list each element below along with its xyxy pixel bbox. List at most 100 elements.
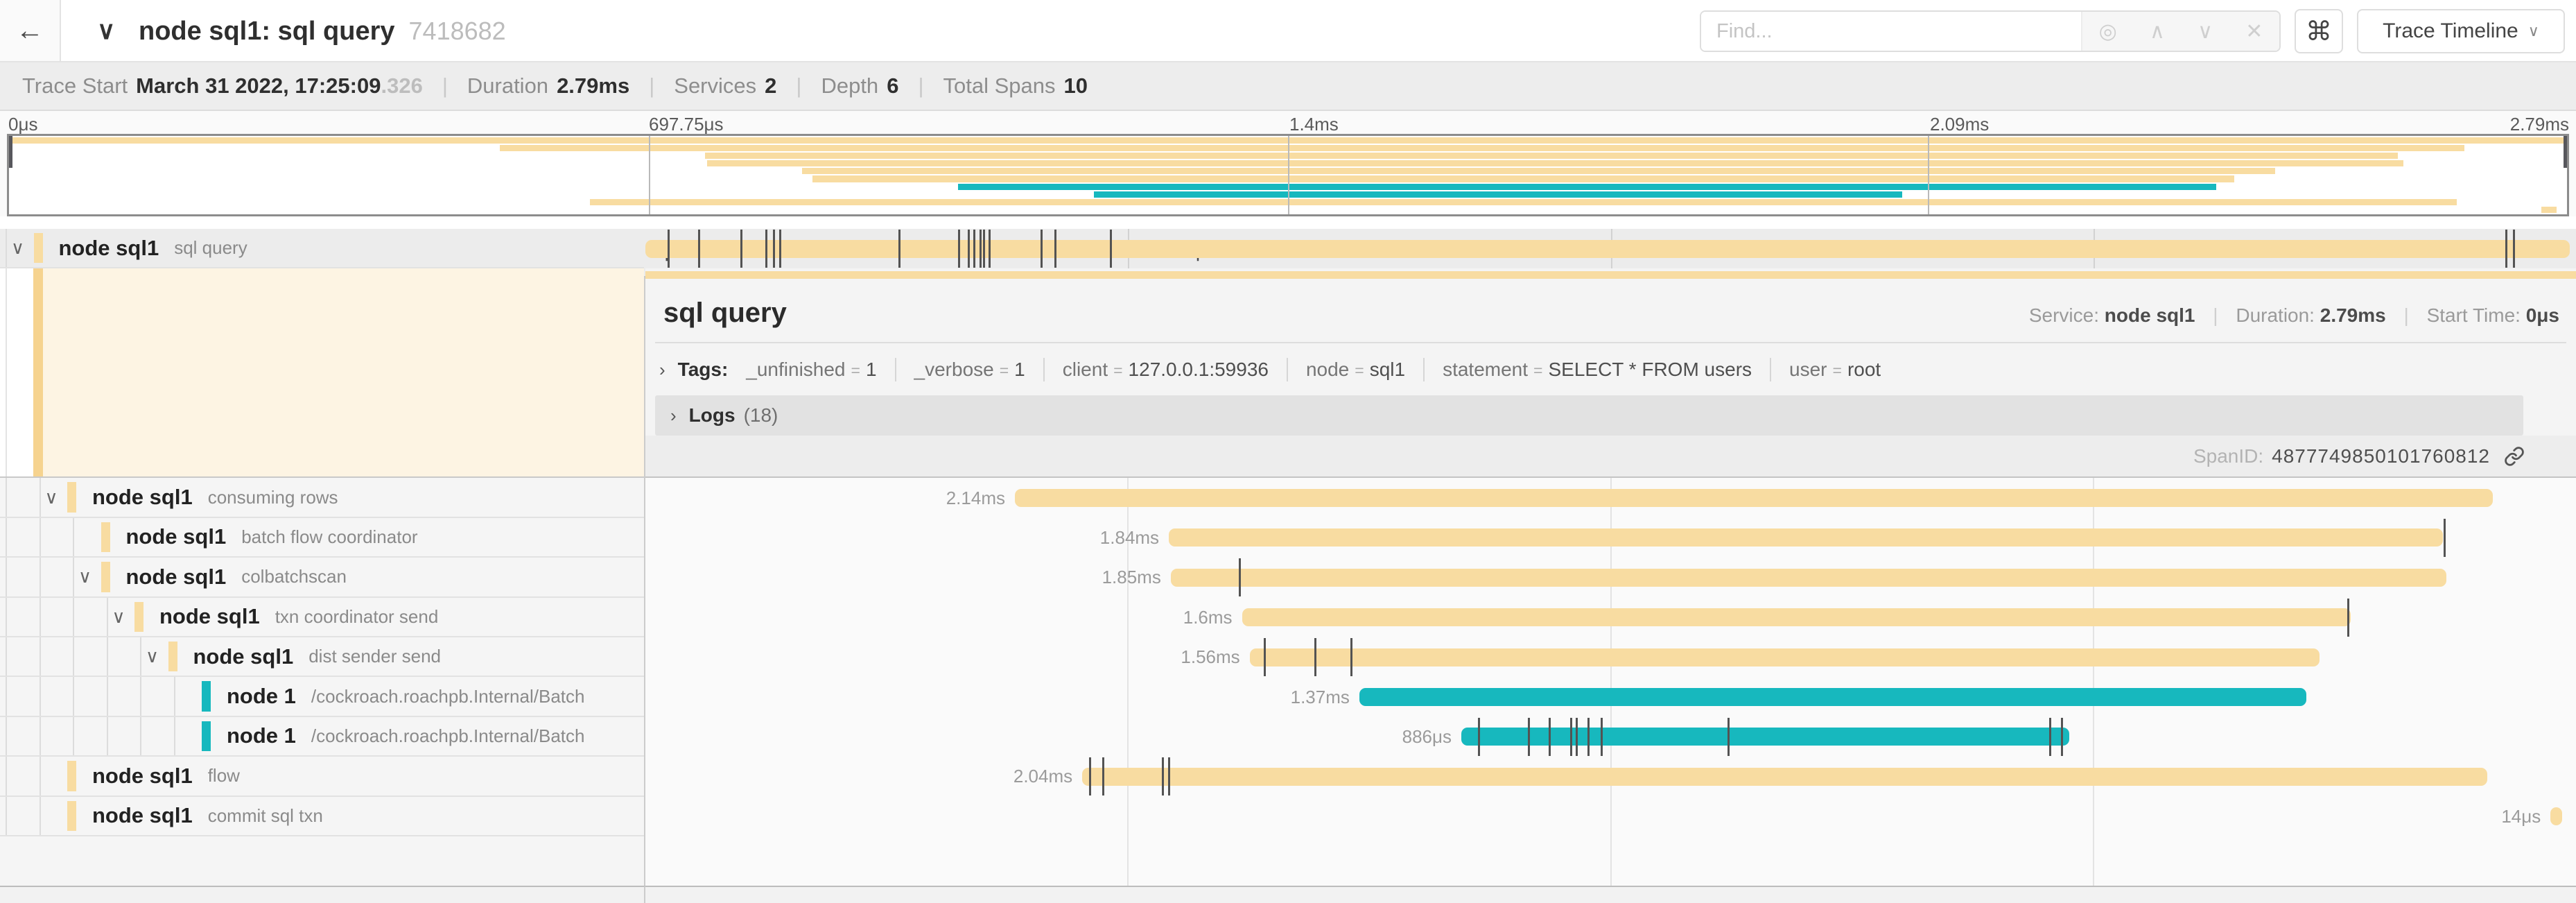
span-log-marker[interactable] bbox=[2513, 230, 2515, 268]
span-log-marker[interactable] bbox=[989, 230, 991, 268]
span-log-marker[interactable] bbox=[1162, 757, 1164, 796]
chevron-down-icon[interactable]: ∨ bbox=[112, 598, 125, 636]
span-bar[interactable] bbox=[1171, 569, 2446, 587]
chevron-down-icon[interactable]: ∨ bbox=[78, 558, 92, 596]
span-bar[interactable] bbox=[2550, 807, 2562, 825]
tree-row[interactable]: ∨node sql1sql query bbox=[0, 229, 644, 268]
timeline-span-row[interactable]: 1.85ms bbox=[645, 558, 2576, 597]
keyboard-shortcuts-button[interactable]: ⌘ bbox=[2295, 9, 2343, 53]
timeline-span-row[interactable]: 1.6ms bbox=[645, 598, 2576, 637]
span-log-marker[interactable] bbox=[1168, 757, 1170, 796]
tree-row[interactable]: node sql1batch flow coordinator bbox=[0, 518, 644, 558]
trace-collapse-chevron-icon[interactable]: ∨ bbox=[97, 0, 115, 61]
span-bar[interactable] bbox=[1082, 768, 2487, 786]
span-log-marker[interactable] bbox=[898, 230, 900, 268]
span-log-marker[interactable] bbox=[2444, 519, 2446, 557]
next-result-icon[interactable]: ∨ bbox=[2198, 19, 2213, 44]
tree-row[interactable]: ∨node sql1colbatchscan bbox=[0, 558, 644, 597]
span-log-marker[interactable] bbox=[1728, 718, 1730, 756]
tree-row[interactable]: node 1/cockroach.roachpb.Internal/Batch bbox=[0, 717, 644, 757]
locate-icon[interactable]: ◎ bbox=[2099, 19, 2117, 44]
span-bar[interactable] bbox=[645, 240, 2570, 258]
timeline-span-row[interactable]: 1.84ms bbox=[645, 518, 2576, 558]
minimap-right-scrubber[interactable] bbox=[2564, 136, 2567, 168]
span-log-marker[interactable] bbox=[1576, 718, 1578, 756]
span-log-marker[interactable] bbox=[765, 230, 767, 268]
tree-row[interactable]: node sql1commit sql txn bbox=[0, 797, 644, 836]
span-log-marker[interactable] bbox=[958, 230, 960, 268]
span-color-bar bbox=[101, 522, 110, 552]
span-log-marker[interactable] bbox=[1110, 230, 1112, 268]
span-log-marker[interactable] bbox=[1314, 638, 1316, 676]
tree-guide-line bbox=[40, 677, 41, 715]
timeline-span-row[interactable] bbox=[645, 229, 2576, 268]
span-bar[interactable] bbox=[1250, 648, 2320, 666]
span-log-marker[interactable] bbox=[668, 230, 670, 268]
span-log-marker[interactable] bbox=[1102, 757, 1104, 796]
span-service-name: node sql1 bbox=[92, 764, 193, 789]
tag-item: node=sql1 bbox=[1306, 359, 1405, 381]
trace-view-selector[interactable]: Trace Timeline ∨ bbox=[2357, 9, 2565, 53]
minimap-canvas[interactable] bbox=[7, 134, 2569, 216]
span-log-marker[interactable] bbox=[973, 230, 975, 268]
span-bar[interactable] bbox=[1169, 528, 2443, 547]
span-log-marker[interactable] bbox=[773, 230, 775, 268]
minimap-axis: 0μs697.75μs1.4ms2.09ms2.79ms bbox=[7, 114, 2569, 135]
span-bar[interactable] bbox=[1015, 489, 2493, 507]
span-name-labels: node sql1flow bbox=[92, 757, 240, 795]
span-log-marker[interactable] bbox=[2049, 718, 2051, 756]
find-input[interactable] bbox=[1701, 12, 2081, 51]
timeline-span-row[interactable]: 1.37ms bbox=[645, 677, 2576, 716]
tags-accordion[interactable]: › Tags: _unfinished=1_verbose=1client=12… bbox=[659, 352, 2562, 388]
span-log-marker[interactable] bbox=[968, 230, 970, 268]
span-log-marker[interactable] bbox=[698, 230, 700, 268]
span-log-marker[interactable] bbox=[2061, 718, 2063, 756]
tag-key: _unfinished bbox=[746, 359, 845, 381]
chevron-down-icon[interactable]: ∨ bbox=[146, 637, 159, 676]
logs-accordion[interactable]: › Logs (18) bbox=[655, 395, 2523, 436]
prev-result-icon[interactable]: ∧ bbox=[2150, 19, 2165, 44]
span-log-marker[interactable] bbox=[1089, 757, 1091, 796]
chevron-down-icon[interactable]: ∨ bbox=[45, 478, 58, 516]
timeline-span-row[interactable]: 2.04ms bbox=[645, 757, 2576, 796]
span-duration-label: 1.56ms bbox=[1095, 637, 1240, 677]
back-button[interactable]: ← bbox=[0, 0, 61, 61]
span-log-marker[interactable] bbox=[779, 230, 781, 268]
chevron-down-icon[interactable]: ∨ bbox=[11, 229, 24, 267]
minimap-left-scrubber[interactable] bbox=[9, 136, 12, 168]
span-log-marker[interactable] bbox=[1528, 718, 1530, 756]
span-log-marker[interactable] bbox=[1239, 558, 1241, 596]
clear-search-icon[interactable]: ✕ bbox=[2245, 19, 2263, 44]
span-log-marker[interactable] bbox=[1264, 638, 1266, 676]
span-duration-label: 886μs bbox=[1306, 717, 1452, 757]
span-log-marker[interactable] bbox=[1478, 718, 1480, 756]
timeline-span-row[interactable]: 886μs bbox=[645, 717, 2576, 757]
span-bar[interactable] bbox=[1359, 688, 2306, 706]
span-log-marker[interactable] bbox=[2347, 599, 2349, 637]
span-log-marker[interactable] bbox=[1350, 638, 1352, 676]
span-log-marker[interactable] bbox=[1587, 718, 1590, 756]
span-bar[interactable] bbox=[1461, 728, 2069, 746]
span-log-marker[interactable] bbox=[1549, 718, 1551, 756]
span-log-marker[interactable] bbox=[983, 230, 985, 268]
span-log-marker[interactable] bbox=[740, 230, 742, 268]
timeline-span-row[interactable]: 14μs bbox=[645, 797, 2576, 836]
span-log-marker[interactable] bbox=[1054, 230, 1056, 268]
span-log-marker[interactable] bbox=[1570, 718, 1572, 756]
tree-row[interactable]: ∨node sql1consuming rows bbox=[0, 478, 644, 517]
span-operation-name: txn coordinator send bbox=[275, 606, 439, 628]
span-log-marker[interactable] bbox=[1041, 230, 1043, 268]
copy-link-icon[interactable] bbox=[2504, 446, 2525, 467]
span-log-marker[interactable] bbox=[1601, 718, 1603, 756]
tree-row[interactable]: ∨node sql1txn coordinator send bbox=[0, 598, 644, 637]
span-bar[interactable] bbox=[1242, 608, 2351, 626]
timeline-span-row[interactable]: 1.56ms bbox=[645, 637, 2576, 677]
detail-left-tint bbox=[33, 268, 644, 476]
span-log-marker[interactable] bbox=[980, 230, 982, 268]
tree-row[interactable]: node 1/cockroach.roachpb.Internal/Batch bbox=[0, 677, 644, 716]
tree-row[interactable]: node sql1flow bbox=[0, 757, 644, 796]
timeline-span-row[interactable]: 2.14ms bbox=[645, 478, 2576, 517]
tree-row[interactable]: ∨node sql1dist sender send bbox=[0, 637, 644, 677]
axis-tick-label: 2.09ms bbox=[1930, 114, 1989, 135]
span-log-marker[interactable] bbox=[2505, 230, 2507, 268]
